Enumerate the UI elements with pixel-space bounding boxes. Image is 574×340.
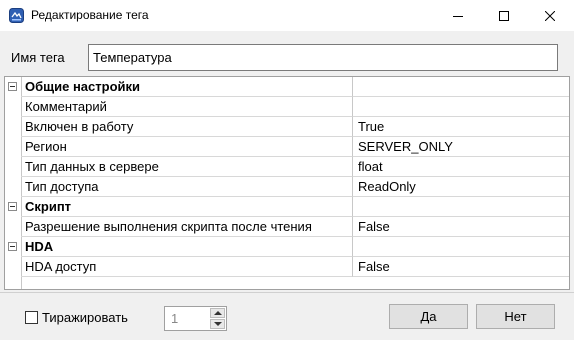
property-row-access-type[interactable]: Тип доступа ReadOnly — [5, 177, 569, 197]
replicate-count-stepper[interactable]: 1 — [164, 306, 227, 331]
footer-divider — [0, 292, 574, 293]
maximize-button[interactable] — [481, 0, 527, 31]
collapse-icon[interactable] — [8, 202, 17, 211]
property-value — [353, 77, 569, 97]
maximize-icon — [499, 10, 509, 21]
app-icon — [9, 8, 24, 23]
property-row-comment[interactable]: Комментарий — [5, 97, 569, 117]
property-row-script-after-read[interactable]: Разрешение выполнения скрипта после чтен… — [5, 217, 569, 237]
category-hda[interactable]: HDA — [5, 237, 569, 257]
property-name: Тип доступа — [21, 177, 353, 197]
arrow-down-icon — [213, 322, 222, 326]
property-grid: Общие настройки Комментарий Включен в ра… — [4, 76, 570, 290]
category-script[interactable]: Скрипт — [5, 197, 569, 217]
tag-name-label: Имя тега — [11, 50, 65, 65]
replicate-checkbox[interactable]: Тиражировать — [25, 310, 128, 325]
property-name: HDA доступ — [21, 257, 353, 277]
close-icon — [545, 10, 555, 21]
property-name: Общие настройки — [21, 77, 353, 97]
yes-button[interactable]: Да — [389, 304, 468, 329]
category-general[interactable]: Общие настройки — [5, 77, 569, 97]
property-name: Тип данных в сервере — [21, 157, 353, 177]
stepper-down-button[interactable] — [210, 319, 225, 329]
tag-name-row: Имя тега Температура — [0, 44, 574, 72]
property-value[interactable]: True — [353, 117, 569, 137]
property-value[interactable] — [353, 97, 569, 117]
collapse-icon[interactable] — [8, 82, 17, 91]
arrow-up-icon — [213, 311, 222, 315]
minimize-icon — [453, 15, 463, 17]
window-title: Редактирование тега — [31, 8, 149, 22]
title-bar: Редактирование тега — [0, 0, 574, 31]
property-row-enabled[interactable]: Включен в работу True — [5, 117, 569, 137]
stepper-up-button[interactable] — [210, 308, 225, 318]
minimize-button[interactable] — [435, 0, 481, 31]
property-value — [353, 197, 569, 217]
property-name: HDA — [21, 237, 353, 257]
property-row-hda-access[interactable]: HDA доступ False — [5, 257, 569, 277]
property-value[interactable]: False — [353, 217, 569, 237]
property-row-data-type[interactable]: Тип данных в сервере float — [5, 157, 569, 177]
checkbox-icon[interactable] — [25, 311, 38, 324]
property-value[interactable]: False — [353, 257, 569, 277]
collapse-icon[interactable] — [8, 242, 17, 251]
property-name: Регион — [21, 137, 353, 157]
tag-name-input[interactable]: Температура — [88, 44, 558, 71]
property-name: Включен в работу — [21, 117, 353, 137]
stepper-buttons — [210, 308, 225, 329]
property-value[interactable]: SERVER_ONLY — [353, 137, 569, 157]
property-name: Разрешение выполнения скрипта после чтен… — [21, 217, 353, 237]
property-row-region[interactable]: Регион SERVER_ONLY — [5, 137, 569, 157]
property-value — [353, 237, 569, 257]
property-name: Скрипт — [21, 197, 353, 217]
property-value[interactable]: float — [353, 157, 569, 177]
close-button[interactable] — [527, 0, 573, 31]
replicate-label: Тиражировать — [42, 310, 128, 325]
replicate-count-value[interactable]: 1 — [171, 311, 178, 326]
no-button[interactable]: Нет — [476, 304, 555, 329]
property-value[interactable]: ReadOnly — [353, 177, 569, 197]
property-name: Комментарий — [21, 97, 353, 117]
